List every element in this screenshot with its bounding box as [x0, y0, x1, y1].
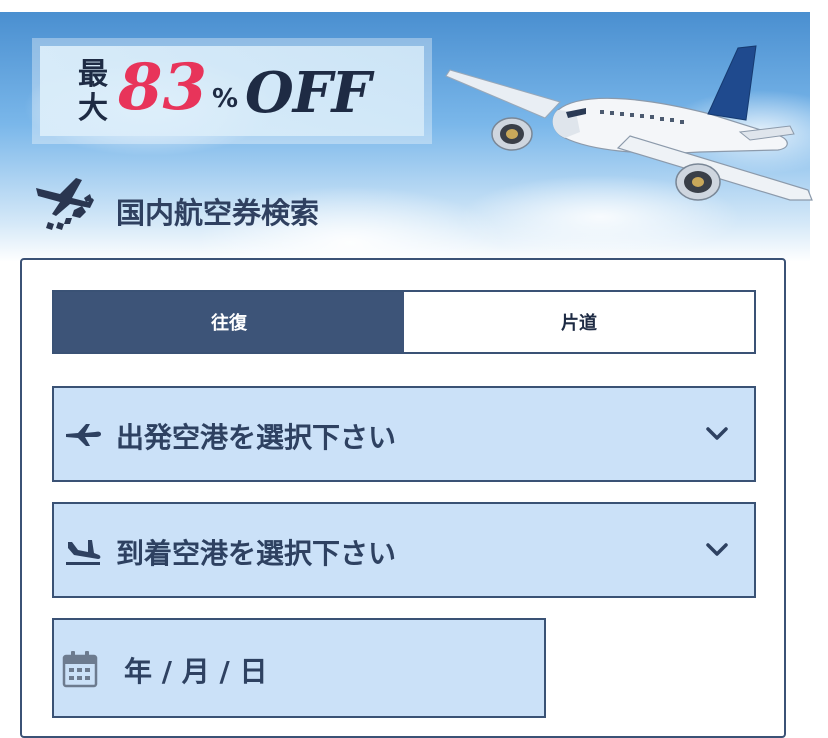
departure-airport-placeholder: 出発空港を選択下さい	[116, 421, 397, 454]
chevron-down-icon	[706, 427, 728, 440]
airplane-image	[445, 45, 813, 201]
airplane-landing-icon	[66, 540, 101, 565]
chevron-down-icon	[706, 543, 728, 556]
arrival-airport-placeholder: 到着空港を選択下さい	[116, 537, 397, 570]
departure-airport-select[interactable]: 出発空港を選択下さい	[52, 386, 756, 482]
trip-type-tabs: 往復 片道	[52, 290, 756, 354]
section-title: 国内航空券検索	[116, 196, 320, 230]
badge-discount-number: 83	[118, 50, 208, 125]
badge-percent: %	[212, 84, 239, 114]
badge-max-label: 最大	[78, 57, 108, 126]
tab-one-way[interactable]: 片道	[404, 292, 754, 352]
airplane-japan-map-icon	[36, 178, 94, 230]
calendar-icon	[62, 651, 98, 688]
badge-off-label: OFF	[245, 60, 371, 126]
arrival-airport-select[interactable]: 到着空港を選択下さい	[52, 502, 756, 598]
tab-round-trip[interactable]: 往復	[54, 292, 404, 352]
date-input[interactable]: 年 / 月 / 日	[52, 618, 546, 718]
airplane-takeoff-icon	[66, 424, 101, 446]
date-placeholder: 年 / 月 / 日	[124, 655, 268, 688]
